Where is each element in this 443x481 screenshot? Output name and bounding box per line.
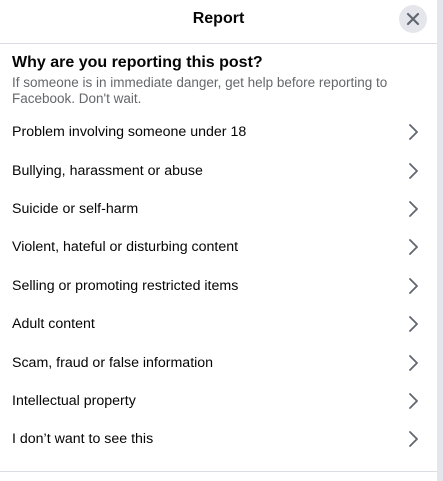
close-icon (406, 12, 420, 26)
reason-item-restricted-items[interactable]: Selling or promoting restricted items (0, 267, 437, 305)
reason-item-adult-content[interactable]: Adult content (0, 305, 437, 343)
footer-divider (0, 471, 437, 472)
reason-label: Intellectual property (12, 392, 136, 409)
reason-label: Violent, hateful or disturbing content (12, 239, 239, 256)
reason-label: Suicide or self-harm (12, 200, 139, 217)
reason-label: Problem involving someone under 18 (12, 124, 247, 141)
reason-item-dont-want-to-see[interactable]: I don’t want to see this (0, 420, 437, 458)
reason-label: I don’t want to see this (12, 431, 154, 448)
chevron-right-icon (409, 431, 418, 448)
reason-item-under-18[interactable]: Problem involving someone under 18 (0, 113, 437, 151)
reason-item-suicide[interactable]: Suicide or self-harm (0, 190, 437, 228)
chevron-right-icon (409, 316, 418, 333)
reason-label: Selling or promoting restricted items (12, 277, 239, 294)
close-button[interactable] (399, 5, 427, 33)
chevron-right-icon (409, 124, 418, 141)
report-dialog: Report Why are you reporting this post? … (0, 0, 437, 481)
reason-list: Problem involving someone under 18 Bully… (0, 113, 437, 459)
intro-text: If someone is in immediate danger, get h… (12, 75, 388, 106)
reason-item-violent[interactable]: Violent, hateful or disturbing content (0, 228, 437, 266)
chevron-right-icon (409, 277, 418, 294)
reason-label: Adult content (12, 316, 95, 333)
chevron-right-icon (409, 239, 418, 256)
reason-item-intellectual-property[interactable]: Intellectual property (0, 382, 437, 420)
dialog-title: Report (192, 10, 245, 27)
chevron-right-icon (409, 162, 418, 179)
report-intro: Why are you reporting this post? If some… (0, 44, 437, 107)
scrollbar[interactable] (437, 0, 443, 481)
reason-item-scam[interactable]: Scam, fraud or false information (0, 343, 437, 381)
chevron-right-icon (409, 201, 418, 217)
reason-item-bullying[interactable]: Bullying, harassment or abuse (0, 151, 437, 189)
reason-label: Bullying, harassment or abuse (12, 162, 203, 179)
intro-heading: Why are you reporting this post? (12, 54, 263, 71)
dialog-header: Report (0, 0, 437, 44)
chevron-right-icon (409, 354, 418, 371)
chevron-right-icon (409, 393, 418, 409)
reason-label: Scam, fraud or false information (12, 354, 214, 371)
